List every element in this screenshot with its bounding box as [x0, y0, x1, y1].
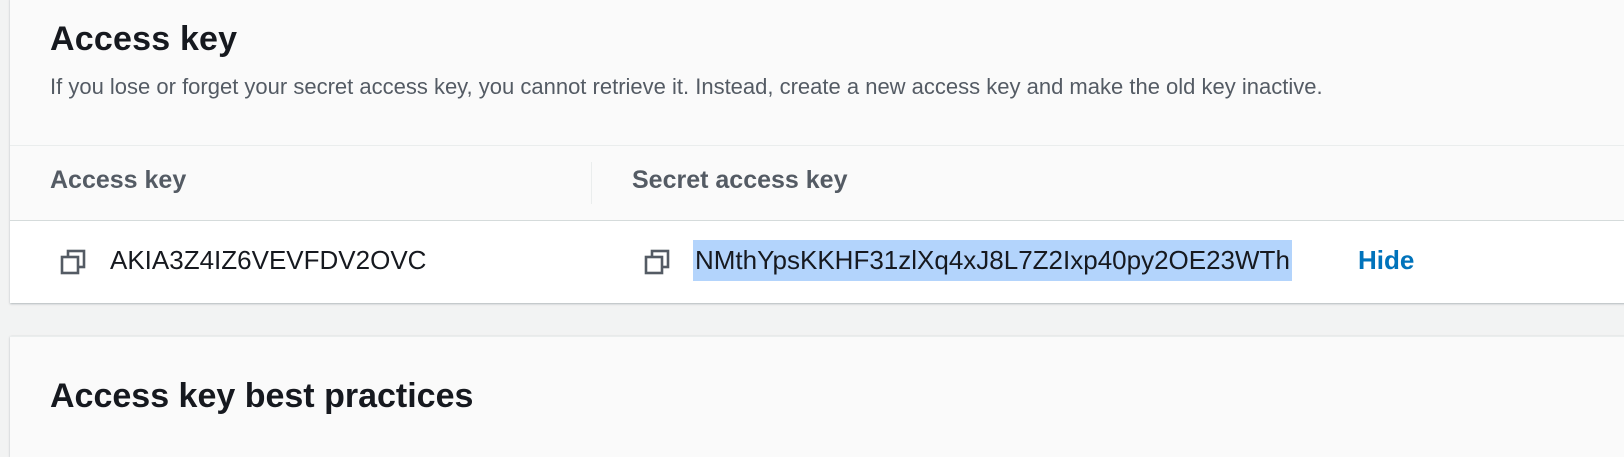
best-practices-panel: Access key best practices	[10, 336, 1624, 457]
copy-icon[interactable]	[58, 247, 88, 277]
copy-icon[interactable]	[642, 247, 672, 277]
secret-access-key-value: NMthYpsKKHF31zlXq4xJ8L7Z2Ixp40py2OE23WTh	[693, 240, 1292, 281]
table-header-row: Access key Secret access key	[10, 146, 1624, 221]
panel-description: If you lose or forget your secret access…	[50, 74, 1323, 99]
best-practices-title: Access key best practices	[50, 377, 474, 415]
column-header-secret-access-key: Secret access key	[632, 166, 848, 194]
access-key-value: AKIA3Z4IZ6VEVFDV2OVC	[110, 245, 427, 275]
column-divider	[591, 162, 592, 204]
panel-header: Access key If you lose or forget your se…	[10, 0, 1624, 146]
hide-secret-link[interactable]: Hide	[1358, 243, 1414, 277]
table-row: AKIA3Z4IZ6VEVFDV2OVC NMthYpsKKHF31zlXq4x…	[10, 221, 1624, 303]
column-header-access-key: Access key	[50, 166, 187, 194]
access-key-panel: Access key If you lose or forget your se…	[10, 0, 1624, 303]
panel-title: Access key	[50, 20, 238, 58]
